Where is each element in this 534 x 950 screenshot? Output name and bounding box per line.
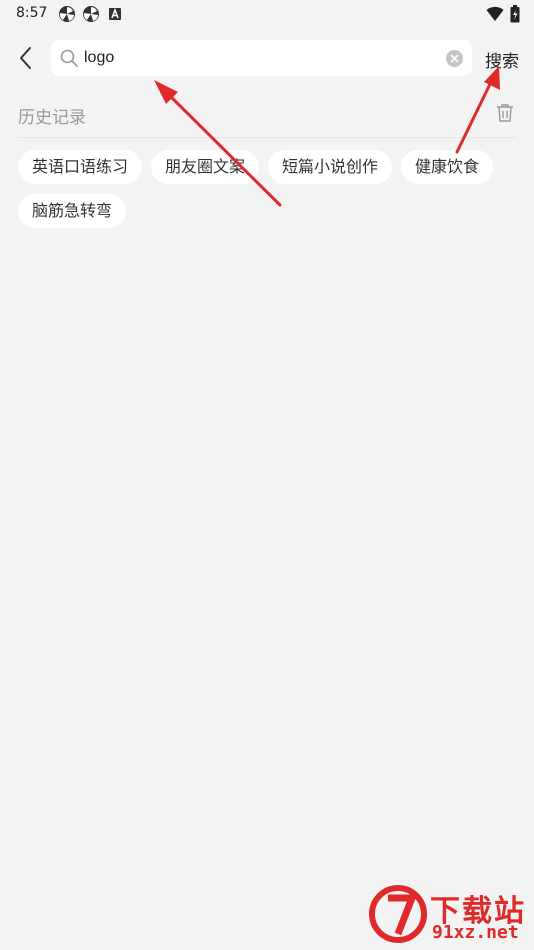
clear-icon[interactable] (446, 50, 463, 67)
search-box[interactable] (51, 40, 472, 76)
annotation-arrows (154, 66, 500, 207)
history-chip[interactable]: 健康饮食 (401, 150, 494, 184)
watermark-url: 91xz.net (432, 922, 519, 943)
history-title: 历史记录 (18, 108, 86, 128)
history-chip[interactable]: 脑筋急转弯 (18, 194, 127, 228)
back-arrow-icon[interactable] (14, 44, 38, 72)
a-box-icon (109, 7, 121, 20)
search-button[interactable]: 搜索 (485, 47, 519, 72)
status-right-icons (486, 5, 520, 23)
history-chip[interactable]: 英语口语练习 (18, 150, 143, 184)
watermark-logo-icon (369, 885, 427, 943)
history-chip[interactable]: 短篇小说创作 (268, 150, 393, 184)
status-left-icons (58, 5, 124, 23)
battery-icon (510, 5, 520, 23)
watermark: 下载站 91xz.net (368, 884, 530, 946)
wifi-icon (486, 6, 504, 21)
status-bar: 8:57 (0, 0, 534, 28)
pinwheel-icon (59, 6, 75, 22)
search-bar: 搜索 (0, 38, 534, 78)
history-chip[interactable]: 朋友圈文案 (151, 150, 260, 184)
pinwheel-icon (83, 6, 99, 22)
search-icon (60, 49, 78, 67)
history-header: 历史记录 (18, 101, 516, 137)
trash-icon[interactable] (496, 103, 514, 123)
history-divider (18, 137, 516, 138)
history-chips: 英语口语练习 朋友圈文案 短篇小说创作 健康饮食 脑筋急转弯 (18, 150, 518, 228)
status-time: 8:57 (16, 5, 48, 21)
search-input[interactable] (84, 45, 434, 71)
